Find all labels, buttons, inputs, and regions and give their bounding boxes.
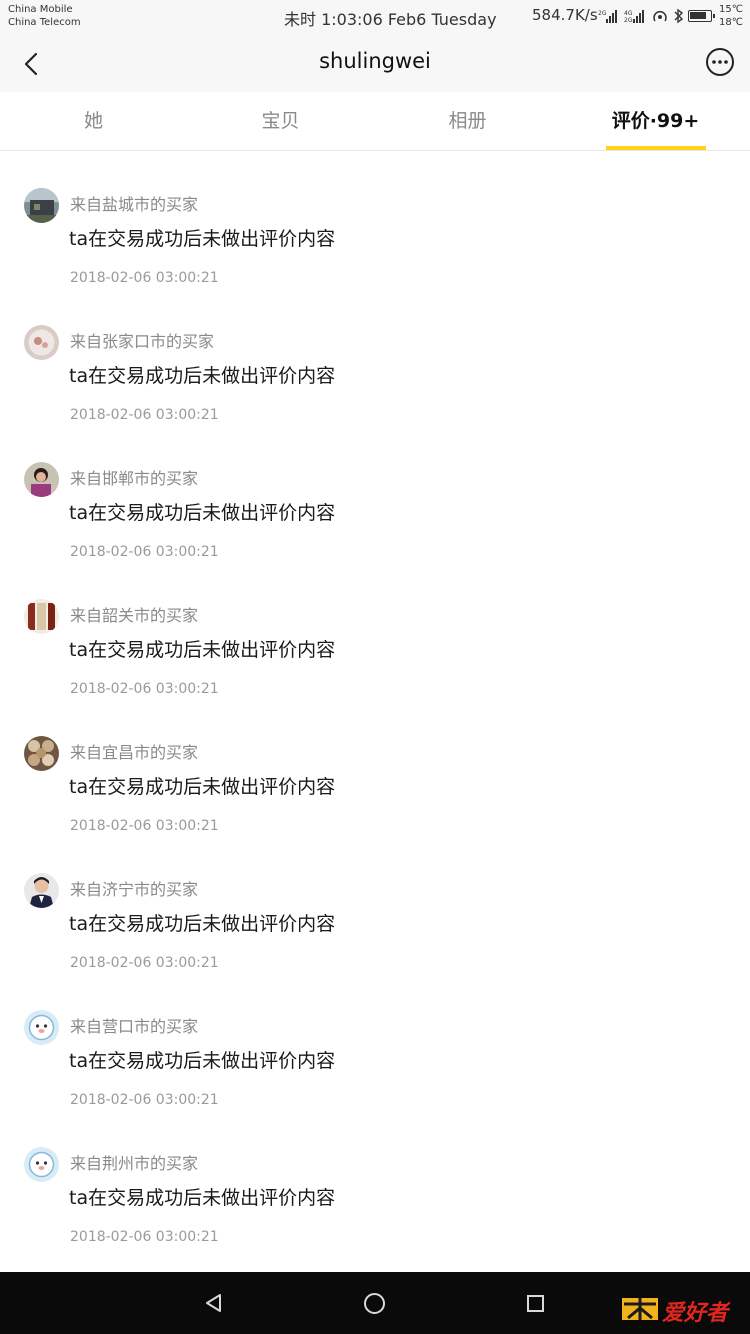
buyer-label: 来自营口市的买家 (70, 1017, 199, 1036)
battery-icon (688, 10, 715, 22)
avatar[interactable] (24, 736, 59, 771)
page-title: shulingwei (319, 49, 431, 73)
bluetooth-icon (674, 8, 684, 24)
circle-home-icon[interactable] (364, 1293, 385, 1314)
review-content: ta在交易成功后未做出评价内容 (69, 365, 336, 387)
temperatures: 15℃ 18℃ (719, 3, 743, 29)
review-content: ta在交易成功后未做出评价内容 (69, 913, 336, 935)
network-speed: 584.7K/s (532, 6, 598, 24)
square-recents-icon[interactable] (527, 1295, 544, 1312)
status-bar: China Mobile China Telecom 未时 1:03:06 Fe… (0, 0, 750, 36)
review-content: ta在交易成功后未做出评价内容 (69, 1050, 336, 1072)
avatar[interactable] (24, 873, 59, 908)
review-content: ta在交易成功后未做出评价内容 (69, 1187, 336, 1209)
avatar[interactable] (24, 188, 59, 223)
buyer-label: 来自荆州市的买家 (70, 1154, 199, 1173)
avatar[interactable] (24, 1010, 59, 1045)
buyer-label: 来自邯郸市的买家 (70, 469, 199, 488)
signal-1-icon: 2G (598, 10, 617, 23)
status-time: 未时 1:03:06 Feb6 Tuesday (284, 10, 497, 29)
buyer-label: 来自宜昌市的买家 (70, 743, 199, 762)
review-item: 来自济宁市的买家 ta在交易成功后未做出评价内容 2018-02-06 03:0… (0, 837, 750, 974)
review-item: 来自盐城市的买家 ta在交易成功后未做出评价内容 2018-02-06 03:0… (0, 152, 750, 289)
review-date: 2018-02-06 03:00:21 (70, 407, 219, 423)
review-item: 来自张家口市的买家 ta在交易成功后未做出评价内容 2018-02-06 03:… (0, 289, 750, 426)
svg-text:2G: 2G (598, 10, 607, 17)
avatar[interactable] (24, 599, 59, 634)
review-content: ta在交易成功后未做出评价内容 (69, 502, 336, 524)
buyer-label: 来自盐城市的买家 (70, 195, 199, 214)
tab-album[interactable]: 相册 (374, 92, 561, 151)
avatar[interactable] (24, 1147, 59, 1182)
buyer-label: 来自张家口市的买家 (70, 332, 215, 351)
review-date: 2018-02-06 03:00:21 (70, 1229, 219, 1245)
carrier-1: China Mobile (8, 4, 73, 15)
active-tab-indicator (606, 146, 706, 150)
avatar[interactable] (24, 325, 59, 360)
review-item: 来自韶关市的买家 ta在交易成功后未做出评价内容 2018-02-06 03:0… (0, 563, 750, 700)
tab-her[interactable]: 她 (0, 92, 187, 151)
nav-bar: shulingwei (0, 36, 750, 92)
review-item: 来自邯郸市的买家 ta在交易成功后未做出评价内容 2018-02-06 03:0… (0, 426, 750, 563)
review-content: ta在交易成功后未做出评价内容 (69, 776, 336, 798)
review-date: 2018-02-06 03:00:21 (70, 1092, 219, 1108)
system-nav-bar: 爱好者 (0, 1272, 750, 1334)
review-date: 2018-02-06 03:00:21 (70, 818, 219, 834)
carrier-2: China Telecom (8, 17, 81, 28)
review-item: 来自荆州市的买家 ta在交易成功后未做出评价内容 2018-02-06 03:0… (0, 1111, 750, 1248)
review-content: ta在交易成功后未做出评价内容 (69, 228, 336, 250)
review-date: 2018-02-06 03:00:21 (70, 270, 219, 286)
more-dots-icon[interactable] (704, 46, 736, 78)
tab-reviews[interactable]: 评价·99+ (562, 92, 749, 151)
svg-text:4G: 4G (624, 10, 633, 17)
tab-bar: 她 宝贝 相册 评价·99+ (0, 92, 750, 151)
tab-items[interactable]: 宝贝 (187, 92, 374, 151)
triangle-back-icon[interactable] (203, 1292, 225, 1314)
signal-2-icon: 4G 2G (624, 10, 644, 24)
carrier-names: China Mobile China Telecom (8, 3, 81, 29)
temp-high: 15℃ (719, 4, 743, 15)
avatar[interactable] (24, 462, 59, 497)
buyer-label: 来自济宁市的买家 (70, 880, 199, 899)
review-item: 来自宜昌市的买家 ta在交易成功后未做出评价内容 2018-02-06 03:0… (0, 700, 750, 837)
svg-text:爱好者: 爱好者 (662, 1301, 731, 1326)
review-content: ta在交易成功后未做出评价内容 (69, 639, 336, 661)
review-item: 来自营口市的买家 ta在交易成功后未做出评价内容 2018-02-06 03:0… (0, 974, 750, 1111)
review-date: 2018-02-06 03:00:21 (70, 544, 219, 560)
temp-low: 18℃ (719, 17, 743, 28)
watermark-logo: 爱好者 (622, 1298, 731, 1326)
svg-text:2G: 2G (624, 17, 633, 24)
review-date: 2018-02-06 03:00:21 (70, 681, 219, 697)
buyer-label: 来自韶关市的买家 (70, 606, 199, 625)
review-date: 2018-02-06 03:00:21 (70, 955, 219, 971)
